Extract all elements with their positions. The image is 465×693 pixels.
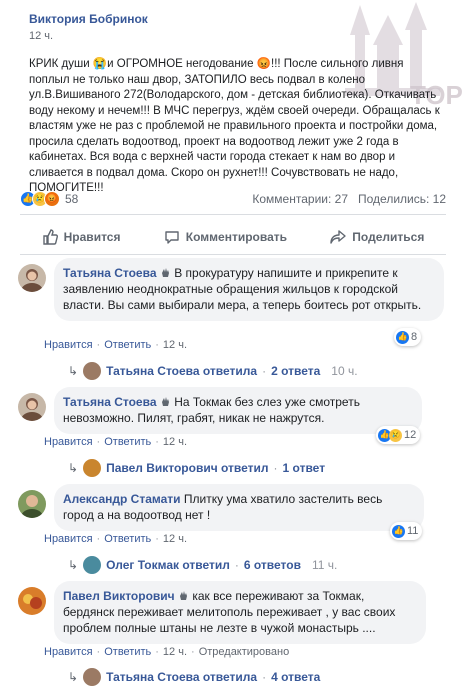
- comment-author[interactable]: Татьяна Стоева: [63, 266, 157, 280]
- fan-badge-icon: [178, 589, 189, 600]
- reply-avatar: [83, 362, 102, 380]
- reply-count[interactable]: 2 ответа: [271, 364, 320, 378]
- comment-reactions[interactable]: 👍 😢 12: [376, 426, 421, 444]
- comment-text: бердянск переживает мелитополь переживае…: [63, 605, 396, 635]
- comment-author[interactable]: Александр Стамати: [63, 492, 181, 506]
- reply-author[interactable]: Татьяна Стоева ответила: [106, 364, 257, 378]
- comment-like-link[interactable]: Нравится: [44, 646, 93, 658]
- comment-text-start: как все переживают за Токмак,: [192, 589, 365, 603]
- divider: [20, 254, 446, 255]
- post-actions: Нравится Комментировать Поделиться: [20, 222, 446, 252]
- shares-count[interactable]: Поделились: 12: [358, 192, 446, 206]
- comment-author[interactable]: Павел Викторович: [63, 589, 175, 603]
- share-button[interactable]: Поделиться: [330, 229, 424, 245]
- reply-avatar: [83, 668, 102, 686]
- like-reaction-icon: 👍: [392, 524, 405, 538]
- comment-text: заявлению неоднократные обращения жильцо…: [63, 282, 422, 312]
- comment-reply-link[interactable]: Ответить: [104, 646, 151, 658]
- comment-reaction-count: 8: [411, 331, 418, 343]
- comments-count[interactable]: Комментарии: 27: [252, 192, 348, 206]
- like-label: Нравится: [63, 230, 121, 244]
- comment-label: Комментировать: [185, 230, 287, 244]
- like-button[interactable]: Нравится: [42, 229, 121, 245]
- reply-avatar: [83, 556, 102, 574]
- replies-row[interactable]: ↳ Олег Токмак ответил · 6 ответов 11 ч.: [68, 556, 337, 574]
- reply-arrow-icon: ↳: [68, 558, 79, 572]
- post-text: КРИК души 😭и ОГРОМНОЕ негодование 😡!!! П…: [29, 58, 440, 194]
- replies-row[interactable]: ↳ Татьяна Стоева ответила · 2 ответа 10 …: [68, 362, 358, 380]
- reply-arrow-icon: ↳: [68, 461, 79, 475]
- reply-arrow-icon: ↳: [68, 670, 79, 684]
- comment-links: Нравится · Ответить · 12 ч.: [44, 533, 188, 545]
- avatar[interactable]: [18, 587, 46, 615]
- reaction-count[interactable]: 58: [65, 192, 78, 206]
- avatar[interactable]: [18, 393, 46, 421]
- reply-arrow-icon: ↳: [68, 364, 79, 378]
- thumbs-up-icon: [42, 229, 58, 245]
- comment-icon: [165, 231, 179, 244]
- post-header: Виктория Бобринок 12 ч.: [29, 12, 148, 42]
- angry-reaction-icon: 😡: [44, 191, 60, 207]
- post-stats: 👍 😢 😡 58 Комментарии: 27 Поделились: 12: [20, 190, 446, 208]
- comment-reply-link[interactable]: Ответить: [104, 533, 151, 545]
- comment-bubble: Павел Викторович как все переживают за Т…: [54, 581, 426, 644]
- reply-author[interactable]: Павел Викторович ответил: [106, 461, 268, 475]
- comment-time[interactable]: 12 ч.: [163, 436, 187, 448]
- reply-author[interactable]: Татьяна Стоева ответила: [106, 670, 257, 684]
- comment-reaction-count: 11: [407, 525, 419, 537]
- comment-author[interactable]: Татьяна Стоева: [63, 395, 157, 409]
- avatar[interactable]: [18, 490, 46, 518]
- comment-text: а на водоотвод нет !: [97, 508, 211, 522]
- comment-time[interactable]: 12 ч.: [163, 533, 187, 545]
- comment-text-start: В прокуратуру напишите и прикрепите к: [174, 266, 398, 280]
- reply-time: 11 ч.: [311, 558, 338, 572]
- post-author[interactable]: Виктория Бобринок: [29, 12, 148, 26]
- comment-like-link[interactable]: Нравится: [44, 339, 93, 351]
- reply-author[interactable]: Олег Токмак ответил: [106, 558, 230, 572]
- comment-like-link[interactable]: Нравится: [44, 436, 93, 448]
- comment-text-start: На Токмак без слез уже смотреть: [174, 395, 360, 409]
- divider: [20, 214, 446, 215]
- comment-links: Нравится · Ответить · 12 ч. · Отредактирова…: [44, 646, 290, 658]
- comment-reactions[interactable]: 👍 11: [390, 522, 423, 540]
- comment-like-link[interactable]: Нравится: [44, 533, 93, 545]
- replies-row[interactable]: ↳ Татьяна Стоева ответила · 4 ответа: [68, 668, 320, 686]
- like-reaction-icon: 👍: [396, 330, 409, 344]
- reply-count[interactable]: 4 ответа: [271, 670, 320, 684]
- post-time[interactable]: 12 ч.: [29, 30, 148, 42]
- comment-links: Нравится · Ответить · 12 ч.: [44, 436, 188, 448]
- comment-reaction-count: 12: [404, 429, 417, 441]
- sad-reaction-icon: 😢: [389, 428, 402, 442]
- comment-reply-link[interactable]: Ответить: [104, 339, 151, 351]
- reaction-icons[interactable]: 👍 😢 😡: [20, 191, 60, 207]
- reply-avatar: [83, 459, 102, 477]
- comment-bubble: Татьяна Стоева В прокуратуру напишите и …: [54, 258, 444, 321]
- comment-bubble: Татьяна Стоева На Токмак без слез уже см…: [54, 387, 422, 434]
- reply-time: 10 ч.: [331, 364, 358, 378]
- reply-count[interactable]: 6 ответов: [244, 558, 301, 572]
- edited-label: Отредактировано: [198, 646, 290, 658]
- avatar[interactable]: [18, 264, 46, 292]
- comment-time[interactable]: 12 ч.: [163, 339, 187, 351]
- comment-reply-link[interactable]: Ответить: [104, 436, 151, 448]
- replies-row[interactable]: ↳ Павел Викторович ответил · 1 ответ: [68, 459, 325, 477]
- share-label: Поделиться: [352, 230, 425, 244]
- comment-bubble: Александр Стамати Плитку ума хватило зас…: [54, 484, 424, 531]
- comment-links: Нравится · Ответить · 12 ч.: [44, 339, 188, 351]
- comment-time[interactable]: 12 ч.: [163, 646, 187, 658]
- comment-reactions[interactable]: 👍 8: [394, 328, 422, 346]
- share-icon: [330, 230, 346, 244]
- fan-badge-icon: [160, 266, 171, 277]
- comment-button[interactable]: Комментировать: [164, 229, 287, 245]
- fan-badge-icon: [160, 395, 171, 406]
- reply-count[interactable]: 1 ответ: [283, 461, 326, 475]
- comment-text: невозможно. Пилят, грабят, никак не нажр…: [63, 411, 325, 425]
